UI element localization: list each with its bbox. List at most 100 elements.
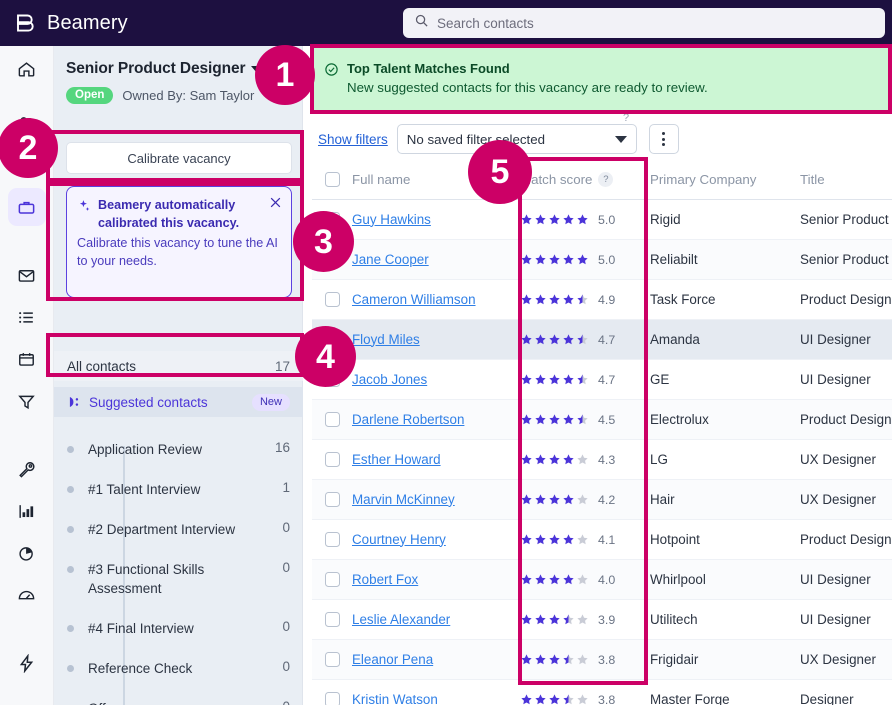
row-checkbox[interactable]: [312, 652, 352, 667]
all-contacts-item[interactable]: All contacts 17: [54, 351, 303, 381]
star-icon: [562, 453, 575, 466]
help-icon[interactable]: ?: [598, 172, 614, 187]
contact-name-link[interactable]: Leslie Alexander: [352, 612, 450, 627]
table-row[interactable]: Kristin Watson 3.8 Master Forge Designer: [312, 680, 892, 705]
table-row[interactable]: Guy Hawkins 5.0 Rigid Senior Product Design…: [312, 200, 892, 240]
envelope-icon[interactable]: [8, 256, 46, 294]
list-item[interactable]: #4 Final Interview 0: [54, 617, 303, 657]
contact-name-link[interactable]: Kristin Watson: [352, 692, 438, 705]
contact-name-link[interactable]: Jane Cooper: [352, 252, 429, 267]
table-row[interactable]: Leslie Alexander 3.9 Utilitech UI Designer: [312, 600, 892, 640]
table-row[interactable]: Cameron Williamson 4.9 Task Force Product D…: [312, 280, 892, 320]
row-checkbox[interactable]: [312, 532, 352, 547]
primary-company-value: Hotpoint: [650, 532, 700, 547]
contact-name-link[interactable]: Robert Fox: [352, 572, 418, 587]
star-icon: [548, 413, 561, 426]
contact-name-link[interactable]: Jacob Jones: [352, 372, 427, 387]
star-icon: [520, 333, 533, 346]
row-checkbox[interactable]: [312, 492, 352, 507]
more-vertical-icon[interactable]: [648, 124, 679, 154]
star-icon: [534, 693, 547, 705]
title-value: Product Designer: [800, 532, 892, 547]
table-row[interactable]: Eleanor Pena 3.8 Frigidair UX Designer: [312, 640, 892, 680]
show-filters-link[interactable]: Show filters: [318, 132, 388, 147]
primary-company-value: Frigidair: [650, 652, 699, 667]
star-icon: [576, 253, 589, 266]
title-value: UX Designer: [800, 452, 876, 467]
saved-filter-help-icon[interactable]: ?: [623, 112, 629, 124]
contact-name-link[interactable]: Esther Howard: [352, 452, 441, 467]
stage-dot-icon: [67, 486, 74, 493]
brand[interactable]: Beamery: [14, 11, 128, 35]
list-item[interactable]: #3 Functional Skills Assessment 0: [54, 558, 303, 617]
bar-chart-icon[interactable]: [8, 492, 46, 530]
stage-count: 16: [274, 440, 290, 455]
star-rating: [520, 533, 589, 546]
contact-name-link[interactable]: Cameron Williamson: [352, 292, 476, 307]
list-item[interactable]: Reference Check 0: [54, 657, 303, 697]
lightning-icon[interactable]: [8, 644, 46, 682]
calendar-icon[interactable]: [8, 340, 46, 378]
table-row[interactable]: Floyd Miles 4.7 Amanda UI Designer: [312, 320, 892, 360]
star-icon: [562, 493, 575, 506]
table-row[interactable]: Esther Howard 4.3 LG UX Designer: [312, 440, 892, 480]
row-checkbox[interactable]: [312, 612, 352, 627]
row-checkbox[interactable]: [312, 412, 352, 427]
star-icon: [534, 253, 547, 266]
calibrate-vacancy-button[interactable]: Calibrate vacancy: [66, 142, 292, 174]
star-icon: [548, 573, 561, 586]
annotation-marker-1: 1: [255, 45, 315, 105]
all-contacts-label: All contacts: [67, 358, 137, 374]
close-icon[interactable]: [269, 196, 282, 209]
table-row[interactable]: Jacob Jones 4.7 GE UI Designer: [312, 360, 892, 400]
star-icon: [562, 253, 575, 266]
contact-name-link[interactable]: Guy Hawkins: [352, 212, 431, 227]
new-badge: New: [251, 393, 290, 411]
star-icon: [534, 573, 547, 586]
column-header-match-score[interactable]: Match score ?: [520, 172, 650, 187]
row-checkbox[interactable]: [312, 452, 352, 467]
annotation-marker-4: 4: [295, 326, 356, 387]
gauge-icon[interactable]: [8, 576, 46, 614]
table-row[interactable]: Darlene Robertson 4.5 Electrolux Product De…: [312, 400, 892, 440]
list-item[interactable]: #2 Department Interview 0: [54, 518, 303, 558]
title-value: Product Designer: [800, 412, 892, 427]
row-checkbox[interactable]: [312, 292, 352, 307]
contact-name-link[interactable]: Darlene Robertson: [352, 412, 464, 427]
suggested-contacts-item[interactable]: Suggested contacts New: [54, 387, 303, 417]
select-all-checkbox[interactable]: [312, 172, 352, 187]
home-icon[interactable]: [8, 50, 46, 88]
list-icon[interactable]: [8, 298, 46, 336]
suggested-contacts-label: Suggested contacts: [89, 394, 208, 410]
table-row[interactable]: Courtney Henry 4.1 Hotpoint Product Designe…: [312, 520, 892, 560]
table-row[interactable]: Robert Fox 4.0 Whirlpool UI Designer: [312, 560, 892, 600]
contact-name-link[interactable]: Eleanor Pena: [352, 652, 433, 667]
row-checkbox[interactable]: [312, 692, 352, 705]
star-icon: [562, 293, 575, 306]
contact-name-link[interactable]: Marvin McKinney: [352, 492, 455, 507]
contact-name-link[interactable]: Floyd Miles: [352, 332, 420, 347]
filter-icon[interactable]: [8, 382, 46, 420]
beamery-logo-icon: [14, 11, 38, 35]
filter-bar: Show filters No saved filter selected: [312, 118, 890, 160]
list-item[interactable]: #1 Talent Interview 1: [54, 478, 303, 518]
column-header-primary-company[interactable]: Primary Company: [650, 172, 800, 187]
briefcase-icon[interactable]: [7, 188, 46, 226]
title-value: UI Designer: [800, 332, 871, 347]
list-item[interactable]: Application Review 16: [54, 438, 303, 478]
match-score-value: 4.3: [598, 452, 616, 467]
star-icon: [548, 533, 561, 546]
table-row[interactable]: Marvin McKinney 4.2 Hair UX Designer: [312, 480, 892, 520]
row-checkbox[interactable]: [312, 572, 352, 587]
column-header-title[interactable]: Title: [800, 172, 892, 187]
table-row[interactable]: Jane Cooper 5.0 Reliabilt Senior Product De…: [312, 240, 892, 280]
contact-name-link[interactable]: Courtney Henry: [352, 532, 446, 547]
ai-calibration-card: Beamery automatically calibrated this va…: [66, 186, 292, 298]
wrench-icon[interactable]: [8, 450, 46, 488]
search-input[interactable]: Search contacts: [403, 8, 885, 38]
title-value: Product Designer: [800, 292, 892, 307]
pie-chart-icon[interactable]: [8, 534, 46, 572]
star-icon: [576, 333, 589, 346]
list-item[interactable]: Offer 0: [54, 697, 303, 705]
star-icon: [562, 613, 575, 626]
